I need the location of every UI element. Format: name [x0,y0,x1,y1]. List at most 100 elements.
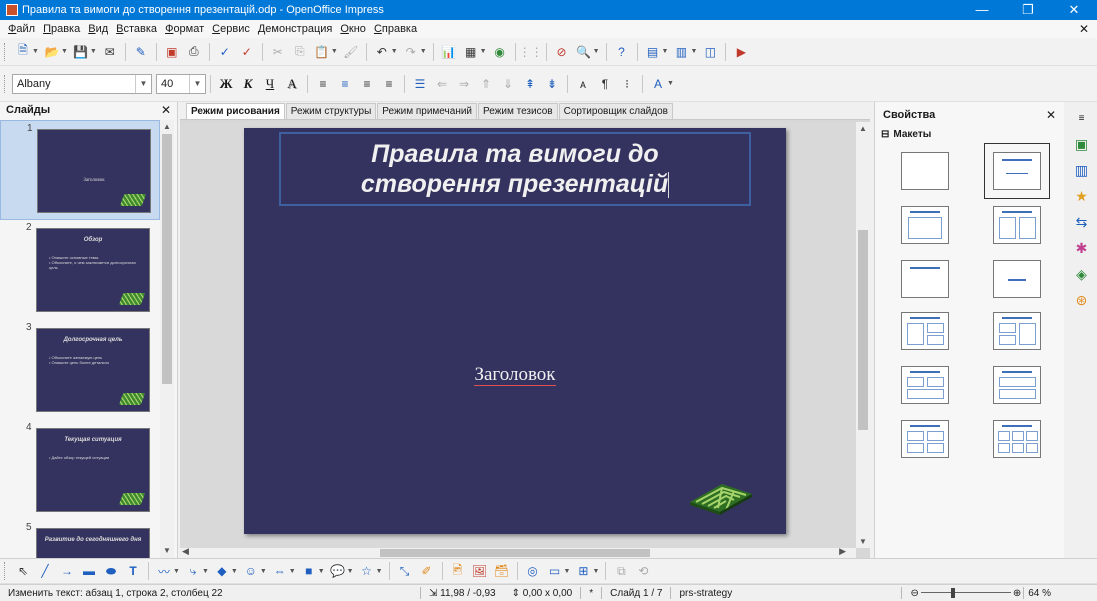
zoom-icon[interactable]: 🔍 [574,42,594,62]
layout-title-content-2-content[interactable] [993,312,1041,350]
layout-centered-text[interactable] [993,260,1041,298]
send-mail-icon[interactable]: ✉ [100,42,120,62]
grid-icon[interactable]: ⋮⋮ [519,42,543,62]
layout-blank[interactable] [901,152,949,190]
tab-notes-view[interactable]: Режим примечаний [377,103,478,119]
toolbar-grip[interactable] [4,74,8,93]
navigator-icon[interactable]: ⊘ [552,42,572,62]
slide-icon[interactable]: ▤ [643,42,663,62]
move-down-icon[interactable]: ⇓ [498,74,518,94]
menu-tools[interactable]: Сервис [208,23,254,35]
close-icon[interactable]: ✕ [1046,108,1056,122]
layout-title-only-top[interactable] [901,260,949,298]
save-icon[interactable]: 💾 [71,42,91,62]
move-up-icon[interactable]: ⇑ [476,74,496,94]
zoom-out-icon[interactable]: ⊖ [902,588,920,599]
line-arrow-icon[interactable]: → [57,561,77,581]
layout-title-2-content-over-content[interactable] [901,366,949,404]
callouts-icon[interactable]: 💬 [328,561,348,581]
layout-title-only[interactable] [984,143,1050,199]
gallery-toolbar-icon[interactable]: 🗃 [492,561,512,581]
chevron-down-icon[interactable]: ▼ [189,74,205,93]
tab-drawing-view[interactable]: Режим рисования [186,103,285,119]
scroll-down-icon[interactable]: ▼ [856,537,870,546]
flowchart-dropdown-icon[interactable]: ▼ [318,568,325,575]
flowchart-icon[interactable]: ■ [299,561,319,581]
styles-icon[interactable]: ✱ [1072,238,1092,258]
slide-thumbnail-4[interactable]: 4 Текущая ситуация • Дайте обзор текущей… [0,420,160,520]
modified-indicator[interactable]: * [581,588,601,599]
text-tool-icon[interactable]: T [123,561,143,581]
underline-button[interactable]: Ч [260,74,280,94]
slide-preview[interactable]: Развитие до сегодняшнего дня [36,528,150,558]
export-pdf-icon[interactable]: ▣ [162,42,182,62]
justify-icon[interactable]: ≡ [379,74,399,94]
cut-icon[interactable]: ✂ [268,42,288,62]
properties-deck-icon[interactable]: ▣ [1072,134,1092,154]
stars-dropdown-icon[interactable]: ▼ [376,568,383,575]
slide-transition-icon[interactable]: ⇆ [1072,212,1092,232]
horizontal-scrollbar[interactable]: ◀ ▶ [180,546,856,558]
layout-title-4-content[interactable] [901,420,949,458]
slide-preview[interactable]: Текущая ситуация • Дайте обзор текущей с… [36,428,150,512]
scrollbar-thumb[interactable] [858,230,868,430]
points-icon[interactable]: ⤡ [395,561,415,581]
slide-dropdown-icon[interactable]: ▼ [662,48,669,55]
scroll-down-icon[interactable]: ▼ [160,544,174,558]
extrusion-icon[interactable]: ◎ [523,561,543,581]
slide-thumbnail-5[interactable]: 5 Развитие до сегодняшнего дня [0,520,160,558]
basic-shapes-dropdown-icon[interactable]: ▼ [231,568,238,575]
chevron-down-icon[interactable]: ▼ [135,74,151,93]
undo-dropdown-icon[interactable]: ▼ [391,48,398,55]
stars-icon[interactable]: ☆ [357,561,377,581]
help-icon[interactable]: ? [612,42,632,62]
bullets-numbering-icon[interactable]: ⁝ [617,74,637,94]
tab-slide-sorter[interactable]: Сортировщик слайдов [558,103,673,119]
tab-handout-view[interactable]: Режим тезисов [478,103,558,119]
demote-icon[interactable]: ⇒ [454,74,474,94]
custom-animation-icon[interactable]: ★ [1072,186,1092,206]
block-arrows-icon[interactable]: ⇔ [270,561,290,581]
line-icon[interactable]: ╱ [35,561,55,581]
gallery-icon[interactable]: ◈ [1072,264,1092,284]
format-paintbrush-icon[interactable]: 🖌 [341,42,361,62]
font-color-dropdown-icon[interactable]: ▼ [667,80,674,87]
close-document-icon[interactable]: ✕ [1079,22,1089,36]
shadow-button[interactable]: A [282,74,302,94]
menu-format[interactable]: Формат [161,23,208,35]
scroll-up-icon[interactable]: ▲ [856,124,870,133]
menu-edit[interactable]: Правка [39,23,84,35]
connector-icon[interactable]: ⤷ [183,561,203,581]
font-name-combo[interactable]: Albany ▼ [12,73,152,94]
undo-icon[interactable]: ↶ [372,42,392,62]
slide-title-textbox[interactable]: Правила та вимоги до створення презентац… [279,132,751,206]
slide-thumbnail-1[interactable]: 1 Заголовок [0,120,160,220]
save-dropdown-icon[interactable]: ▼ [90,48,97,55]
align-objects-icon[interactable]: ⊞ [573,561,593,581]
slide-preview[interactable]: Заголовок [37,129,151,213]
edit-file-icon[interactable]: ✎ [131,42,151,62]
slide-content-placeholder[interactable]: Заголовок [244,364,786,386]
maximize-button[interactable]: ❐ [1005,0,1051,20]
chart-icon[interactable]: 📊 [439,42,459,62]
redo-icon[interactable]: ↷ [401,42,421,62]
align-right-icon[interactable]: ≡ [357,74,377,94]
slide-thumbnail-3[interactable]: 3 Долгосрочная цель • Объясните желаемую… [0,320,160,420]
menu-window[interactable]: Окно [336,23,370,35]
layout-title-2-content-content[interactable] [901,312,949,350]
print-icon[interactable]: ⎙ [184,42,204,62]
tab-outline-view[interactable]: Режим структуры [285,103,377,119]
scroll-right-icon[interactable]: ▶ [839,546,846,557]
scroll-left-icon[interactable]: ◀ [182,546,189,557]
select-arrow-icon[interactable]: ⇖ [13,561,33,581]
zoom-level[interactable]: 64 % [1024,588,1059,599]
menu-insert[interactable]: Вставка [112,23,161,35]
open-folder-icon[interactable]: 📂 [42,42,62,62]
menu-help[interactable]: Справка [370,23,421,35]
interaction-icon[interactable]: ⟲ [633,561,653,581]
hyperlink-icon[interactable]: ◉ [490,42,510,62]
navigator-compass-icon[interactable]: ⊛ [1072,290,1092,310]
basic-shapes-icon[interactable]: ◆ [212,561,232,581]
slides-scrollbar[interactable]: ▲ ▼ [160,120,174,558]
character-icon[interactable]: ᴀ [573,74,593,94]
